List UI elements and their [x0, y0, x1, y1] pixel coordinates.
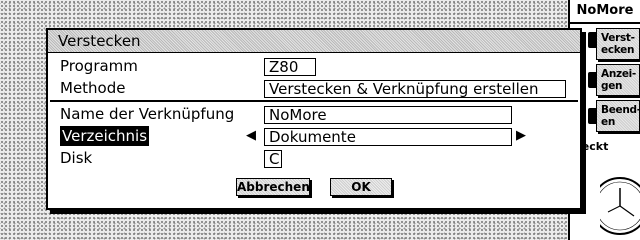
link-name-input[interactable]: NoMore [264, 106, 512, 124]
program-field[interactable]: Z80 [264, 58, 316, 76]
arrow-right-icon[interactable]: ▶ [516, 128, 526, 143]
exit-button[interactable]: Beend- en [596, 100, 640, 132]
method-label: Methode [60, 79, 126, 97]
link-name-label: Name der Verknüpfung [60, 105, 235, 123]
divider [50, 100, 578, 102]
disk-label: Disk [60, 149, 93, 167]
dialog-title: Verstecken [48, 30, 580, 53]
show-button[interactable]: Anzei- gen [596, 64, 640, 96]
toolbar-app-name: NoMore [570, 0, 640, 24]
cancel-button[interactable]: Abbrechen [236, 178, 310, 196]
ok-button[interactable]: OK [330, 178, 392, 196]
program-label: Programm [60, 57, 138, 75]
arrow-left-icon[interactable]: ◀ [246, 128, 256, 143]
directory-label: Verzeichnis [60, 126, 150, 146]
hide-dialog: Verstecken Programm Z80 Methode Versteck… [46, 28, 582, 210]
method-select[interactable]: Verstecken & Verknüpfung erstellen [264, 80, 566, 98]
disk-select[interactable]: C [264, 150, 282, 168]
directory-select[interactable]: Dokumente [264, 128, 512, 146]
hide-button[interactable]: Verst- ecken [596, 28, 640, 60]
clock-icon [600, 177, 640, 235]
